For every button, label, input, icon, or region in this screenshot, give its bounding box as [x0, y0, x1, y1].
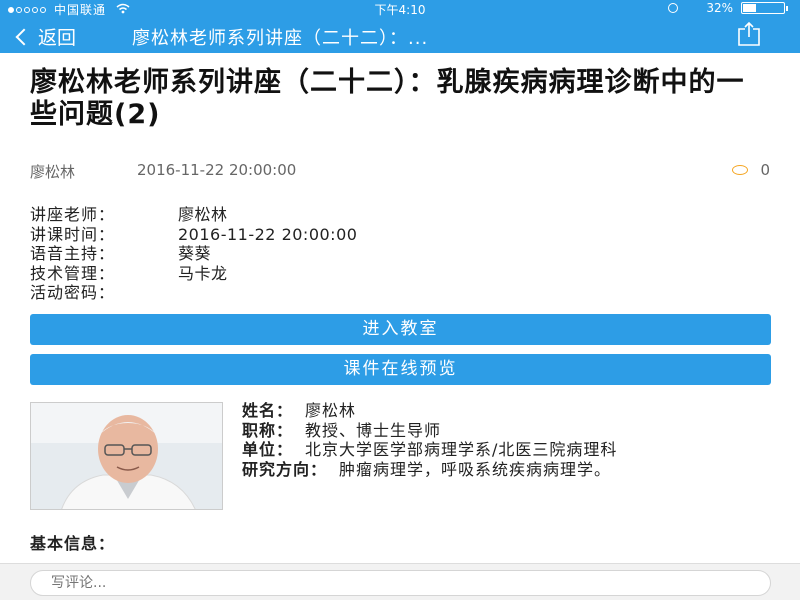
lecturer-photo [30, 402, 223, 510]
nav-title: 廖松林老师系列讲座（二十二）：... [132, 28, 429, 49]
back-label: 返回 [38, 27, 77, 49]
info-label: 技术管理： [30, 263, 116, 283]
title-label: 职称： [242, 420, 294, 440]
battery-percent: 32% [706, 1, 733, 15]
info-row: 讲座老师： 廖松林 [30, 205, 357, 225]
unit-label: 单位： [242, 440, 294, 459]
lecture-info-list: 讲座老师： 廖松林 讲课时间： 2016-11-22 20:00:00 语音主持： 葵… [30, 205, 357, 303]
info-label: 活动密码： [30, 283, 116, 302]
article-date: 2016-11-22 20:00:00 [137, 161, 297, 179]
research-value: 肿瘤病理学，呼吸系统疾病病理学。 [339, 459, 612, 479]
lecturer-details: 姓名： 廖松林 职称： 教授、博士生导师 单位： 北京大学医学部病理学系/北医三院病理… [242, 401, 772, 479]
info-label: 语音主持： [30, 244, 116, 263]
basic-info-heading: 基本信息： [30, 534, 116, 553]
preview-courseware-button[interactable]: 课件在线预览 [30, 354, 771, 385]
name-value: 廖松林 [305, 401, 357, 420]
info-value: 2016-11-22 20:00:00 [178, 224, 358, 244]
nav-bar: 返回 廖松林老师系列讲座（二十二）：... [0, 17, 800, 53]
info-value: 葵葵 [178, 244, 212, 263]
info-row: 语音主持： 葵葵 [30, 244, 357, 264]
enter-classroom-button[interactable]: 进入教室 [30, 314, 771, 345]
share-icon[interactable] [736, 21, 762, 47]
comment-count[interactable]: 0 [732, 161, 770, 179]
profile-unit-row: 单位： 北京大学医学部病理学系/北医三院病理科 [242, 440, 772, 460]
battery-icon [741, 2, 785, 14]
info-row: 讲课时间： 2016-11-22 20:00:00 [30, 225, 357, 245]
info-label: 讲座老师： [30, 205, 116, 224]
status-right-group: 32% [668, 1, 788, 15]
name-label: 姓名： [242, 401, 294, 420]
research-label: 研究方向： [242, 459, 328, 479]
battery-fill [743, 4, 756, 12]
info-value: 马卡龙 [178, 263, 228, 283]
info-row: 技术管理： 马卡龙 [30, 264, 357, 284]
orientation-lock-icon [668, 3, 679, 13]
info-label: 讲课时间： [30, 224, 116, 244]
title-value: 教授、博士生导师 [305, 420, 442, 440]
article-title: 廖松林老师系列讲座（二十二）：乳腺疾病病理诊断中的一些问题(2) [30, 67, 745, 130]
comment-count-value: 0 [760, 161, 770, 179]
profile-name-row: 姓名： 廖松林 [242, 401, 772, 421]
comment-input[interactable] [30, 570, 771, 596]
profile-research-row: 研究方向： 肿瘤病理学，呼吸系统疾病病理学。 [242, 460, 772, 480]
article-author: 廖松林 [30, 163, 76, 181]
comment-bar [0, 563, 800, 600]
battery-tip [786, 5, 788, 11]
info-row: 活动密码： [30, 283, 357, 303]
chevron-left-icon [15, 28, 33, 46]
unit-value: 北京大学医学部病理学系/北医三院病理科 [305, 440, 618, 459]
status-bar: 中国联通 下午4:10 32% [0, 0, 800, 17]
profile-title-row: 职称： 教授、博士生导师 [242, 421, 772, 441]
info-value: 廖松林 [178, 205, 228, 224]
back-button[interactable]: 返回 [15, 23, 77, 50]
comment-icon [732, 165, 749, 175]
